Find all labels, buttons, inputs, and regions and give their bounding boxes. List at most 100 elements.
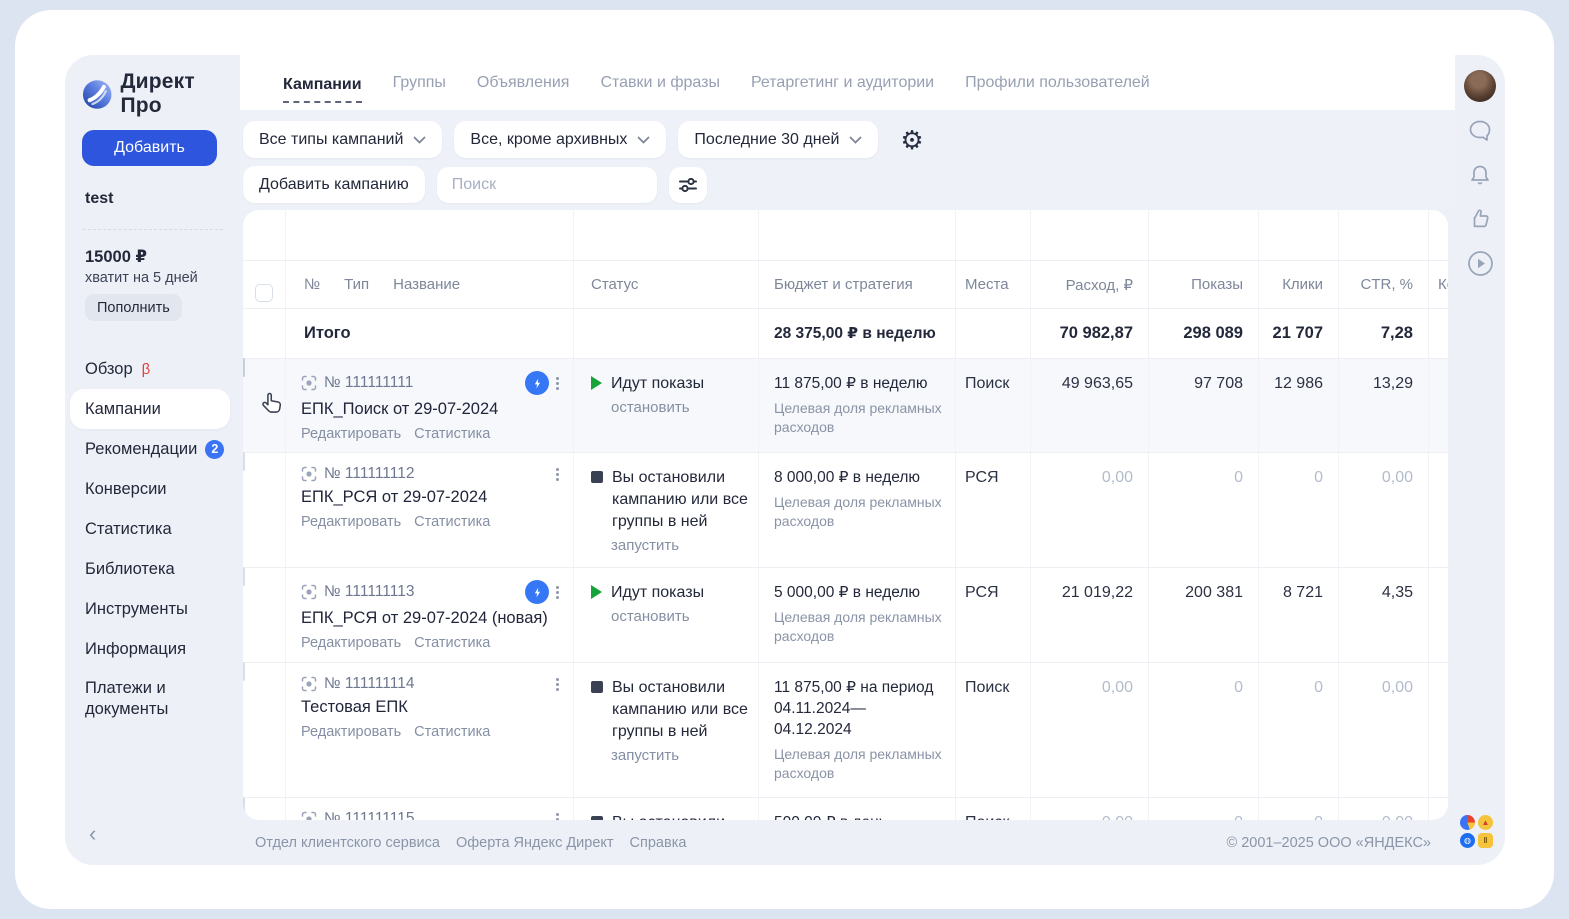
bell-icon[interactable] [1467, 163, 1493, 189]
stats-link[interactable]: Статистика [414, 724, 490, 740]
places-value: Поиск [955, 663, 1030, 797]
user-avatar[interactable] [1464, 70, 1496, 102]
sidebar-item-recommendations[interactable]: Рекомендации 2 [65, 429, 240, 469]
row-checkbox[interactable] [243, 662, 245, 681]
col-budget[interactable]: Бюджет и стратегия [758, 261, 955, 308]
tab-retargeting[interactable]: Ретаргетинг и аудитории [751, 70, 934, 96]
totals-row: Итого 28 375,00 ₽ в неделю 70 982,87 298… [243, 308, 1448, 358]
sidebar-collapse-icon[interactable]: ‹ [89, 823, 96, 845]
clicks-value: 0 [1258, 798, 1338, 820]
clicks-value: 8 721 [1258, 568, 1338, 662]
sidebar-item-payments[interactable]: Платежи и документы [65, 669, 240, 729]
balance-amount: 15000 ₽ [85, 247, 147, 267]
col-ctr[interactable]: CTR, % [1338, 261, 1428, 308]
filters-panel: Все типы кампаний Все, кроме архивных По… [240, 110, 1455, 210]
col-clicks[interactable]: Клики [1258, 261, 1338, 308]
row-menu-icon[interactable] [556, 586, 559, 599]
right-icon-rail [1455, 55, 1505, 865]
footer-link-support[interactable]: Отдел клиентского сервиса [255, 835, 440, 851]
add-button[interactable]: Добавить [82, 130, 217, 166]
places-value: Поиск [955, 359, 1030, 452]
thumbs-up-icon[interactable] [1467, 206, 1493, 232]
row-checkbox[interactable] [243, 452, 245, 471]
add-campaign-button[interactable]: Добавить кампанию [243, 166, 425, 203]
archive-filter-dropdown[interactable]: Все, кроме архивных [454, 121, 666, 158]
col-shows[interactable]: Показы [1148, 261, 1258, 308]
row-checkbox[interactable] [243, 567, 245, 586]
campaign-type-icon [301, 584, 317, 600]
filter-sliders-icon[interactable] [669, 167, 707, 203]
period-dropdown[interactable]: Последние 30 дней [678, 121, 878, 158]
widget-circle-icon[interactable]: ◍ [1460, 833, 1475, 848]
sidebar-item-campaigns[interactable]: Кампании [70, 389, 230, 429]
boost-lightning-icon[interactable] [525, 371, 549, 395]
row-checkbox[interactable] [243, 797, 245, 816]
row-checkbox[interactable] [243, 358, 245, 377]
chevron-down-icon [637, 136, 650, 144]
boost-lightning-icon[interactable] [525, 580, 549, 604]
col-type[interactable]: Тип [344, 276, 369, 293]
tab-campaigns[interactable]: Кампании [283, 72, 362, 103]
edit-link[interactable]: Редактировать [301, 724, 401, 740]
totals-ctr: 7,28 [1338, 309, 1428, 358]
row-menu-icon[interactable] [556, 678, 559, 691]
stats-link[interactable]: Статистика [414, 514, 490, 530]
campaign-name[interactable]: ЕПК_Поиск от 29-07-2024 [301, 400, 559, 419]
gear-icon[interactable]: ⚙ [900, 127, 923, 153]
footer-link-help[interactable]: Справка [630, 835, 687, 851]
sidebar-item-statistics[interactable]: Статистика [65, 509, 240, 549]
campaign-name[interactable]: Тестовая ЕПК [301, 698, 559, 717]
edit-link[interactable]: Редактировать [301, 514, 401, 530]
campaign-number: № 111111111 [324, 374, 413, 392]
start-link[interactable]: запустить [611, 537, 748, 554]
balance-note: хватит на 5 дней [85, 270, 198, 286]
campaign-number: № 111111114 [324, 675, 414, 693]
status-text: Вы остановили кампанию или все группы в … [612, 677, 748, 743]
table-row: № 111111112 ЕПК_РСЯ от 29-07-2024 Редакт… [243, 452, 1448, 567]
widget-pie-icon[interactable] [1460, 815, 1475, 830]
chat-icon[interactable] [1467, 118, 1493, 144]
stop-link[interactable]: остановить [611, 608, 748, 625]
tab-ads[interactable]: Объявления [477, 70, 570, 96]
select-all-checkbox[interactable] [255, 284, 273, 302]
clicks-value: 0 [1258, 453, 1338, 567]
col-conversions-cut[interactable]: Ко [1428, 261, 1448, 308]
start-link[interactable]: запустить [611, 747, 748, 764]
sidebar-item-overview[interactable]: Обзор β [65, 349, 240, 389]
campaign-number: № 111111113 [324, 583, 414, 601]
tab-bids-phrases[interactable]: Ставки и фразы [600, 70, 719, 96]
col-number[interactable]: № [304, 276, 320, 293]
search-input[interactable] [437, 167, 657, 203]
cost-value: 49 963,65 [1030, 359, 1148, 452]
row-menu-icon[interactable] [556, 813, 559, 821]
col-name[interactable]: Название [393, 276, 460, 293]
row-menu-icon[interactable] [556, 468, 559, 481]
cost-value: 0,00 [1030, 663, 1148, 797]
play-video-icon[interactable] [1467, 250, 1494, 277]
col-cost[interactable]: Расход, ₽ [1030, 261, 1148, 308]
stats-link[interactable]: Статистика [414, 635, 490, 651]
stop-link[interactable]: остановить [611, 399, 748, 416]
shows-value: 200 381 [1148, 568, 1258, 662]
campaign-name[interactable]: ЕПК_РСЯ от 29-07-2024 [301, 488, 559, 507]
campaign-number: № 111111115 [324, 810, 414, 820]
campaign-name[interactable]: ЕПК_РСЯ от 29-07-2024 (новая) [301, 609, 559, 628]
topup-button[interactable]: Пополнить [85, 294, 182, 321]
sidebar-item-tools[interactable]: Инструменты [65, 589, 240, 629]
tab-user-profiles[interactable]: Профили пользователей [965, 70, 1150, 96]
col-status[interactable]: Статус [573, 261, 758, 308]
stats-link[interactable]: Статистика [414, 426, 490, 442]
campaign-type-dropdown[interactable]: Все типы кампаний [243, 121, 442, 158]
widget-alert-icon[interactable]: ▲ [1478, 815, 1493, 830]
row-menu-icon[interactable] [556, 377, 559, 390]
sidebar-item-information[interactable]: Информация [65, 629, 240, 669]
totals-shows: 298 089 [1148, 309, 1258, 358]
sidebar-item-conversions[interactable]: Конверсии [65, 469, 240, 509]
footer-link-offer[interactable]: Оферта Яндекс Директ [456, 835, 614, 851]
edit-link[interactable]: Редактировать [301, 635, 401, 651]
col-places[interactable]: Места [955, 261, 1030, 308]
tab-groups[interactable]: Группы [393, 70, 446, 96]
edit-link[interactable]: Редактировать [301, 426, 401, 442]
sidebar-item-library[interactable]: Библиотека [65, 549, 240, 589]
widget-pause-icon[interactable]: ‖ [1478, 833, 1493, 848]
